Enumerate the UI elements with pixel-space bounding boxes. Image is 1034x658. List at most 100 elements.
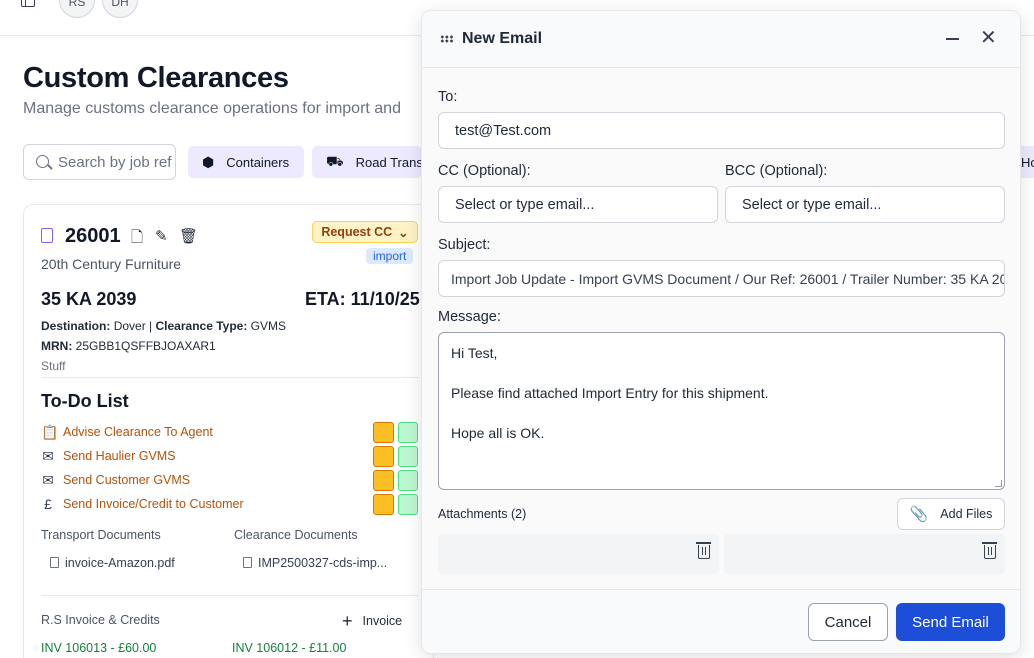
truck-icon: ⛟ (326, 152, 344, 169)
page-subtitle: Manage customs clearance operations for … (23, 100, 401, 117)
drag-handle-icon[interactable] (440, 35, 454, 43)
mail-icon: ✉ (42, 448, 54, 464)
destination-value: Dover (113, 319, 146, 333)
sidebar-toggle-icon[interactable] (21, 0, 35, 7)
mrn-value: 25GBB1QSFFBJOAXAR1 (75, 339, 216, 353)
status-square-pending[interactable] (373, 470, 394, 491)
filter-chip-containers[interactable]: ⬢ Containers (188, 146, 304, 178)
clearance-type-value: GVMS (250, 319, 287, 333)
cc-field[interactable]: Select or type email... (438, 186, 718, 223)
attachment-item (724, 534, 1005, 574)
pound-icon: £ (44, 496, 52, 512)
status-square-pending[interactable] (373, 446, 394, 467)
job-number[interactable]: 26001 (65, 225, 121, 248)
subject-label: Subject: (438, 237, 491, 253)
search-icon (36, 155, 49, 168)
todo-title: To-Do List (41, 391, 129, 411)
status-square-done[interactable] (398, 470, 418, 491)
job-note: Stuff (41, 359, 66, 373)
paperclip-icon: 📎 (909, 506, 929, 523)
todo-item[interactable]: ✉ Send Haulier GVMS (41, 446, 418, 467)
file-icon (243, 557, 252, 568)
message-line: Hi Test, (451, 345, 498, 361)
add-files-button[interactable]: 📎 Add Files (897, 498, 1005, 530)
clipboard-check-icon: 📋 (41, 424, 59, 440)
avatar[interactable]: RS (59, 0, 95, 18)
status-square-pending[interactable] (373, 422, 394, 443)
status-square-done[interactable] (398, 422, 418, 443)
chevron-down-icon: ⌄ (398, 225, 409, 240)
company-name: 20th Century Furniture (41, 256, 182, 272)
invoices-title: R.S Invoice & Credits (41, 613, 160, 627)
resize-handle-icon[interactable] (995, 480, 1002, 487)
registration-number: 35 KA 2039 (41, 289, 137, 309)
status-square-done[interactable] (398, 494, 418, 515)
todo-label[interactable]: Send Invoice/Credit to Customer (63, 497, 244, 511)
subject-field[interactable]: Import Job Update - Import GVMS Document… (438, 260, 1005, 297)
invoice-link[interactable]: INV 106013 - £60.00 (41, 641, 156, 655)
chip-label: Road Transport (355, 154, 422, 170)
todo-item[interactable]: ✉ Send Customer GVMS (41, 470, 418, 491)
send-email-button[interactable]: Send Email (896, 603, 1005, 641)
status-square-pending[interactable] (373, 494, 394, 515)
chip-label: Ho (1021, 154, 1034, 170)
plus-icon: + (342, 611, 353, 631)
search-box[interactable] (23, 144, 176, 180)
package-icon: ⬢ (202, 153, 215, 170)
trash-icon[interactable]: 🗑 (179, 227, 198, 245)
mrn-line: MRN: 25GBB1QSFFBJOAXAR1 (41, 339, 216, 353)
filter-chip-road-transport[interactable]: ⛟ Road Transport (312, 146, 422, 178)
message-label: Message: (438, 309, 501, 325)
trash-icon[interactable] (982, 542, 997, 559)
close-icon[interactable]: ✕ (980, 28, 997, 48)
file-icon (50, 557, 59, 568)
minimize-icon[interactable] (946, 38, 959, 40)
todo-label[interactable]: Advise Clearance To Agent (63, 425, 213, 439)
to-field[interactable]: test@Test.com (438, 112, 1005, 149)
page-title: Custom Clearances (23, 62, 289, 94)
avatar[interactable]: DH (102, 0, 138, 18)
cancel-button[interactable]: Cancel (808, 603, 888, 641)
status-square-done[interactable] (398, 446, 418, 467)
chip-label: Containers (226, 154, 290, 170)
job-card: 26001 🗋 ✎ 🗑 Request CC ⌄ import 20th Cen… (23, 204, 434, 658)
todo-item[interactable]: £ Send Invoice/Credit to Customer (41, 494, 418, 515)
doc-name: IMP2500327-cds-imp... (258, 556, 388, 570)
bcc-label: BCC (Optional): (725, 163, 828, 179)
doc-name: invoice-Amazon.pdf (65, 556, 175, 570)
todo-label[interactable]: Send Haulier GVMS (63, 449, 176, 463)
clearance-doc-link[interactable]: IMP2500327-cds-imp... (243, 556, 387, 570)
bcc-field[interactable]: Select or type email... (725, 186, 1005, 223)
file-check-icon (41, 228, 53, 243)
mail-icon: ✉ (42, 472, 54, 488)
clearance-type-label: Clearance Type: (155, 319, 248, 333)
divider (41, 377, 418, 378)
type-badge: import (366, 248, 414, 264)
transport-doc-link[interactable]: invoice-Amazon.pdf (50, 556, 175, 570)
transport-docs-title: Transport Documents (41, 528, 161, 542)
request-cc-label: Request CC (321, 225, 393, 239)
message-textarea[interactable]: Hi Test, Please find attached Import Ent… (438, 332, 1005, 490)
request-cc-button[interactable]: Request CC ⌄ (312, 221, 418, 243)
trash-icon[interactable] (696, 542, 711, 559)
add-invoice-button[interactable]: + Invoice (342, 611, 402, 632)
add-files-label: Add Files (940, 507, 993, 521)
attachment-item (438, 534, 719, 574)
destination-line: Destination: Dover | Clearance Type: GVM… (41, 319, 287, 333)
divider (41, 595, 418, 596)
edit-icon[interactable]: ✎ (155, 227, 168, 245)
todo-label[interactable]: Send Customer GVMS (63, 473, 190, 487)
dialog-header[interactable]: New Email ✕ (422, 11, 1020, 68)
eta: ETA: 11/10/25 (305, 289, 420, 309)
mrn-label: MRN: (41, 339, 73, 353)
invoice-link[interactable]: INV 106012 - £11.00 (232, 641, 346, 655)
add-invoice-label: Invoice (362, 614, 403, 628)
todo-item[interactable]: 📋 Advise Clearance To Agent (41, 422, 418, 443)
to-label: To: (438, 89, 458, 105)
dialog-title: New Email (462, 30, 543, 47)
message-line: Please find attached Import Entry for th… (451, 385, 769, 401)
file-icon[interactable]: 🗋 (131, 227, 143, 252)
message-line: Hope all is OK. (451, 425, 545, 441)
search-input[interactable] (58, 145, 175, 179)
dialog-footer: Cancel Send Email (422, 589, 1020, 653)
